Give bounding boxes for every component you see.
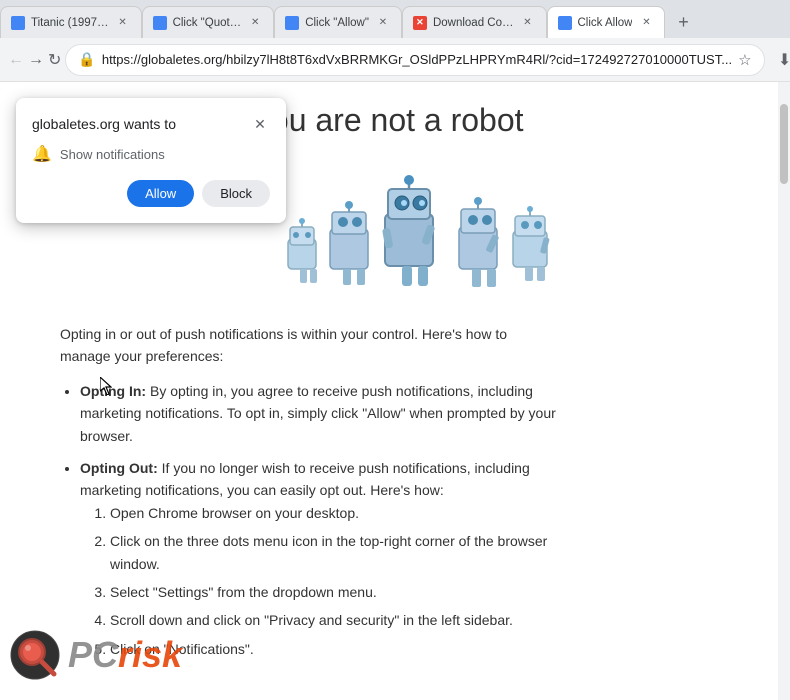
tab-1-close[interactable]: ✕ [115,15,131,31]
page-content: globaletes.org wants to ✕ 🔔 Show notific… [0,82,790,700]
tab-3[interactable]: Click "Allow" ✕ [274,6,402,38]
block-button[interactable]: Block [202,180,270,207]
robots-svg [270,159,570,299]
popup-notification-row: 🔔 Show notifications [32,144,270,164]
bell-icon: 🔔 [32,144,52,164]
tab-3-close[interactable]: ✕ [375,15,391,31]
step-4: Scroll down and click on "Privacy and se… [110,609,560,631]
allow-button[interactable]: Allow [127,180,194,207]
opting-out-title: Opting Out: [80,460,158,476]
tab-4-favicon: ✕ [413,16,427,30]
opting-in-text: By opting in, you agree to receive push … [80,383,556,444]
tab-5[interactable]: Click Allow ✕ [547,6,666,38]
tab-2-favicon [153,16,167,30]
scrollbar[interactable] [778,82,790,700]
tab-2-label: Click "Quot… [173,17,242,29]
intro-paragraph: Opting in or out of push notifications i… [60,323,560,368]
notification-label: Show notifications [60,147,165,162]
tab-1-label: Titanic (1997… [31,17,109,29]
browser-frame: Titanic (1997… ✕ Click "Quot… ✕ Click "A… [0,0,790,700]
step-3: Select "Settings" from the dropdown menu… [110,581,560,603]
tab-5-favicon [558,16,572,30]
new-tab-button[interactable]: + [669,8,697,36]
tab-3-favicon [285,16,299,30]
step-2: Click on the three dots menu icon in the… [110,530,560,575]
tab-1-favicon [11,16,25,30]
popup-header: globaletes.org wants to ✕ [32,114,270,134]
tab-1[interactable]: Titanic (1997… ✕ [0,6,142,38]
tab-5-close[interactable]: ✕ [638,15,654,31]
opting-in-item: Opting In: By opting in, you agree to re… [80,380,560,447]
toolbar-right: ⬇ 👤 ⋮ [769,44,790,76]
scrollbar-thumb[interactable] [780,104,788,184]
watermark: PCrisk [10,630,182,680]
popup-title: globaletes.org wants to [32,116,176,132]
watermark-risk: risk [118,634,182,675]
download-button[interactable]: ⬇ [769,44,790,76]
tab-2[interactable]: Click "Quot… ✕ [142,6,275,38]
back-button[interactable]: ← [8,44,24,76]
notification-popup: globaletes.org wants to ✕ 🔔 Show notific… [16,98,286,223]
forward-button[interactable]: → [28,44,44,76]
popup-close-button[interactable]: ✕ [250,114,270,134]
security-icon: 🔒 [78,51,95,68]
refresh-button[interactable]: ↻ [48,44,61,76]
url-text: https://globaletes.org/hbilzy7lH8t8T6xdV… [102,52,732,67]
tab-5-label: Click Allow [578,17,633,29]
opting-in-title: Opting In: [80,383,146,399]
tab-2-close[interactable]: ✕ [247,15,263,31]
watermark-logo-svg [10,630,60,680]
tab-bar: Titanic (1997… ✕ Click "Quot… ✕ Click "A… [0,0,790,38]
page-text: Opting in or out of push notifications i… [60,323,560,660]
toolbar: ← → ↻ 🔒 https://globaletes.org/hbilzy7lH… [0,38,790,82]
address-bar[interactable]: 🔒 https://globaletes.org/hbilzy7lH8t8T6x… [65,44,764,76]
watermark-pc: PC [68,634,118,675]
tab-4-label: Download Co… [433,17,514,29]
popup-buttons: Allow Block [32,180,270,207]
tab-4-close[interactable]: ✕ [520,15,536,31]
bullet-list: Opting In: By opting in, you agree to re… [80,380,560,660]
step-1: Open Chrome browser on your desktop. [110,502,560,524]
tab-4[interactable]: ✕ Download Co… ✕ [402,6,547,38]
tab-3-label: Click "Allow" [305,17,369,29]
watermark-text: PCrisk [68,637,182,673]
bookmark-star-icon[interactable]: ☆ [738,51,751,69]
